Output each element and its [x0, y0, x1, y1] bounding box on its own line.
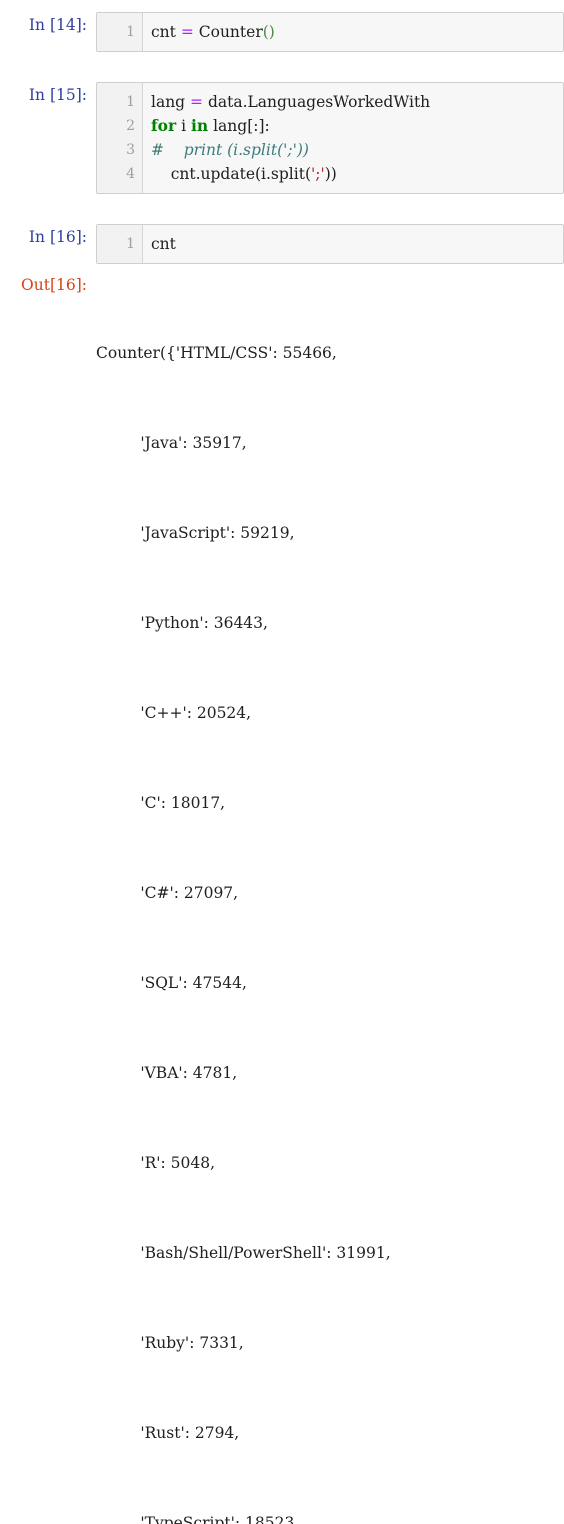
code-token-name: lang — [151, 93, 191, 111]
output-line: 'C++': 20524, — [96, 704, 252, 722]
code-token-parens: )) — [324, 165, 337, 183]
code-token-parens: () — [262, 23, 275, 41]
code-token-operator: = — [180, 23, 194, 41]
output-text-area: Counter({'HTML/CSS': 55466, 'Java': 3591… — [96, 278, 564, 1524]
code-editor[interactable]: cnt = Counter() — [143, 13, 563, 51]
code-token-slice: lang[:]: — [208, 117, 270, 135]
line-number: 4 — [126, 166, 135, 182]
output-line: 'Rust': 2794, — [96, 1424, 240, 1442]
output-prompt-label: Out[16]: — [21, 276, 87, 294]
code-input-area[interactable]: 1 2 3 4 lang = data.LanguagesWorkedWith f… — [96, 82, 564, 194]
code-token-keyword-in: in — [191, 116, 209, 135]
code-token-operator: = — [190, 93, 204, 111]
code-line: cnt.update(i.split(';')) — [151, 162, 563, 186]
code-token-comment: # print (i.split(';')) — [151, 141, 309, 159]
code-editor[interactable]: cnt — [143, 225, 563, 263]
notebook-cell-in-16[interactable]: In [16]: 1 cnt — [0, 224, 564, 264]
code-line: lang = data.LanguagesWorkedWith — [151, 90, 563, 114]
code-token-call: cnt.update(i.split( — [151, 165, 311, 183]
output-line: 'C#': 27097, — [96, 884, 239, 902]
input-prompt-label: In [14]: — [28, 16, 87, 34]
code-editor[interactable]: lang = data.LanguagesWorkedWith for i in … — [143, 83, 563, 193]
notebook-cell-in-14[interactable]: In [14]: 1 cnt = Counter() — [0, 0, 564, 52]
notebook-cell-in-15[interactable]: In [15]: 1 2 3 4 lang = data.LanguagesWo… — [0, 82, 564, 194]
cell-spacer — [0, 194, 564, 224]
code-token-name: cnt — [151, 235, 176, 253]
output-line: 'SQL': 47544, — [96, 974, 247, 992]
output-line: 'VBA': 4781, — [96, 1064, 238, 1082]
code-token-attribute: data.LanguagesWorkedWith — [203, 93, 431, 111]
output-line: 'Python': 36443, — [96, 614, 268, 632]
line-number: 1 — [126, 24, 135, 40]
output-line: 'TypeScript': 18523, — [96, 1514, 300, 1524]
output-line: 'Ruby': 7331, — [96, 1334, 244, 1352]
line-number: 3 — [126, 142, 135, 158]
code-token-keyword-for: for — [151, 116, 177, 135]
input-prompt-label: In [15]: — [28, 86, 87, 104]
code-token-name: cnt — [151, 23, 181, 41]
output-line: 'JavaScript': 59219, — [96, 524, 295, 542]
input-prompt-label: In [16]: — [28, 228, 87, 246]
jupyter-notebook: In [14]: 1 cnt = Counter() In [15]: 1 2 … — [0, 0, 564, 1524]
line-number-gutter: 1 — [97, 13, 143, 51]
code-input-area[interactable]: 1 cnt = Counter() — [96, 12, 564, 52]
line-number: 1 — [126, 94, 135, 110]
code-token-name: i — [176, 117, 191, 135]
code-line: # print (i.split(';')) — [151, 138, 563, 162]
output-line: Counter({'HTML/CSS': 55466, — [96, 344, 337, 362]
notebook-cell-out-16: Out[16]: Counter({'HTML/CSS': 55466, 'Ja… — [0, 276, 564, 1524]
line-number-gutter: 1 — [97, 225, 143, 263]
code-token-string: ';' — [311, 165, 325, 183]
code-input-area[interactable]: 1 cnt — [96, 224, 564, 264]
cell-spacer — [0, 52, 564, 82]
output-line: 'R': 5048, — [96, 1154, 216, 1172]
line-number-gutter: 1 2 3 4 — [97, 83, 143, 193]
code-line: for i in lang[:]: — [151, 114, 563, 138]
output-line: 'Java': 35917, — [96, 434, 247, 452]
code-token-builtin: Counter — [193, 23, 263, 41]
line-number: 1 — [126, 236, 135, 252]
line-number: 2 — [126, 118, 135, 134]
output-line: 'Bash/Shell/PowerShell': 31991, — [96, 1244, 391, 1262]
output-line: 'C': 18017, — [96, 794, 226, 812]
